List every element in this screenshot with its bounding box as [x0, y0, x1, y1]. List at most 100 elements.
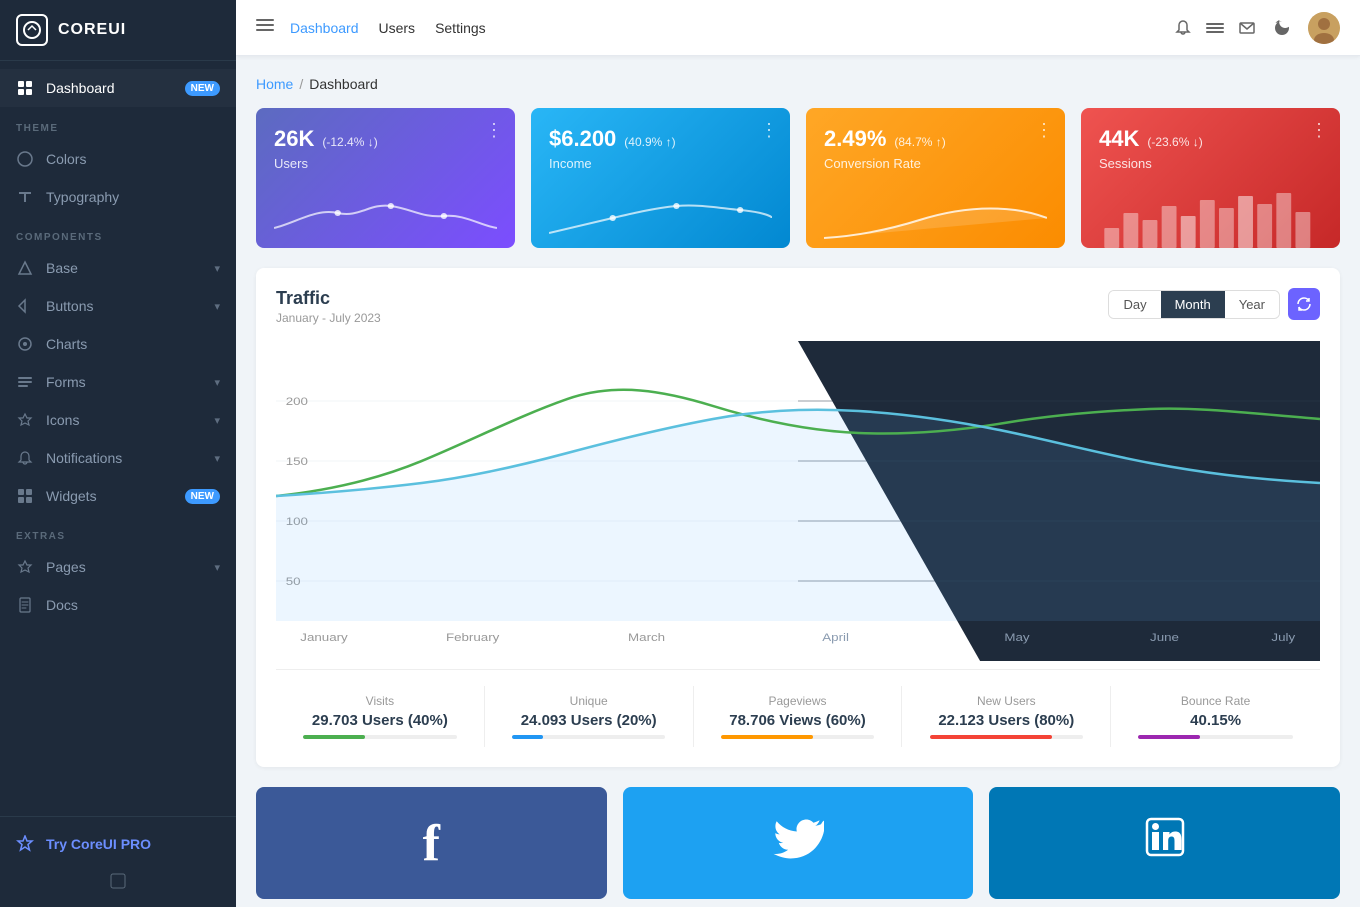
- top-header: Dashboard Users Settings: [236, 0, 1360, 56]
- stat-new-users: New Users 22.123 Users (80%): [902, 686, 1111, 747]
- pro-icon: [16, 835, 34, 853]
- visits-value: 29.703 Users (40%): [284, 712, 476, 729]
- widgets-icon: [16, 487, 34, 505]
- breadcrumb-home[interactable]: Home: [256, 76, 293, 92]
- bounce-rate-value: 40.15%: [1119, 712, 1312, 729]
- sidebar-navigation: Dashboard NEW THEME Colors Typography CO…: [0, 61, 236, 816]
- month-button[interactable]: Month: [1161, 291, 1225, 318]
- twitter-icon: [772, 811, 824, 875]
- sidebar-item-typography[interactable]: Typography: [0, 178, 236, 216]
- traffic-title-group: Traffic January - July 2023: [276, 288, 381, 325]
- day-button[interactable]: Day: [1109, 291, 1160, 318]
- docs-icon: [16, 596, 34, 614]
- widgets-badge: NEW: [185, 489, 220, 504]
- header-nav-settings[interactable]: Settings: [435, 20, 486, 36]
- sidebar-item-label-charts: Charts: [46, 336, 87, 352]
- new-users-value: 22.123 Users (80%): [910, 712, 1102, 729]
- sessions-card-menu[interactable]: ⋮: [1310, 120, 1328, 141]
- new-users-label: New Users: [910, 694, 1102, 708]
- svg-text:January: January: [300, 631, 348, 644]
- stat-card-income: ⋮ $6.200 (40.9% ↑) Income: [531, 108, 790, 248]
- base-icon: [16, 259, 34, 277]
- refresh-button[interactable]: [1288, 288, 1320, 320]
- dashboard-badge: NEW: [185, 81, 220, 96]
- users-label: Users: [274, 156, 497, 171]
- income-value: $6.200: [549, 126, 616, 152]
- conversion-card-menu[interactable]: ⋮: [1035, 120, 1053, 141]
- theme-section-label: THEME: [0, 107, 236, 140]
- bounce-rate-fill: [1138, 735, 1200, 739]
- header-nav-dashboard[interactable]: Dashboard: [290, 20, 359, 36]
- sidebar-item-label-pages: Pages: [46, 559, 86, 575]
- sidebar-item-label-widgets: Widgets: [46, 488, 97, 504]
- sidebar-item-buttons[interactable]: Buttons ▾: [0, 287, 236, 325]
- svg-text:150: 150: [286, 455, 308, 468]
- users-value: 26K: [274, 126, 314, 152]
- year-button[interactable]: Year: [1225, 291, 1279, 318]
- visits-progress: [303, 735, 456, 739]
- traffic-header: Traffic January - July 2023 Day Month Ye…: [276, 288, 1320, 325]
- sidebar-item-pages[interactable]: Pages ▾: [0, 548, 236, 586]
- buttons-arrow: ▾: [214, 300, 220, 313]
- sidebar: COREUI Dashboard NEW THEME Colors Typogr…: [0, 0, 236, 907]
- sidebar-logo[interactable]: COREUI: [0, 0, 236, 61]
- list-icon[interactable]: [1206, 19, 1224, 37]
- traffic-chart: 200 150 100 50 January February March Ap…: [276, 341, 1320, 661]
- sidebar-item-forms[interactable]: Forms ▾: [0, 363, 236, 401]
- pageviews-fill: [721, 735, 813, 739]
- bounce-rate-progress: [1138, 735, 1292, 739]
- typography-icon: [16, 188, 34, 206]
- bell-icon[interactable]: [1174, 19, 1192, 37]
- sidebar-item-charts[interactable]: Charts: [0, 325, 236, 363]
- sidebar-collapse-button[interactable]: [0, 863, 236, 899]
- income-change: (40.9% ↑): [624, 135, 675, 149]
- base-arrow: ▾: [214, 262, 220, 275]
- users-card-menu[interactable]: ⋮: [485, 120, 503, 141]
- sidebar-item-colors[interactable]: Colors: [0, 140, 236, 178]
- header-nav-users[interactable]: Users: [379, 20, 416, 36]
- new-users-fill: [930, 735, 1053, 739]
- sidebar-item-base[interactable]: Base ▾: [0, 249, 236, 287]
- income-card-menu[interactable]: ⋮: [760, 120, 778, 141]
- facebook-card[interactable]: f: [256, 787, 607, 899]
- sidebar-item-notifications[interactable]: Notifications ▾: [0, 439, 236, 477]
- unique-label: Unique: [493, 694, 685, 708]
- stat-visits: Visits 29.703 Users (40%): [276, 686, 485, 747]
- users-change: (-12.4% ↓): [322, 135, 377, 149]
- try-pro-link[interactable]: Try CoreUI PRO: [0, 825, 236, 863]
- linkedin-card[interactable]: [989, 787, 1340, 899]
- logo-icon: [16, 14, 48, 46]
- sidebar-item-widgets[interactable]: Widgets NEW: [0, 477, 236, 515]
- sidebar-item-label-base: Base: [46, 260, 78, 276]
- traffic-subtitle: January - July 2023: [276, 311, 381, 325]
- colors-icon: [16, 150, 34, 168]
- new-users-progress: [930, 735, 1083, 739]
- svg-text:April: April: [822, 631, 849, 644]
- facebook-icon: f: [423, 814, 440, 873]
- stat-unique: Unique 24.093 Users (20%): [485, 686, 694, 747]
- icons-icon: [16, 411, 34, 429]
- sidebar-item-dashboard[interactable]: Dashboard NEW: [0, 69, 236, 107]
- logo-text: COREUI: [58, 21, 126, 39]
- dark-mode-toggle[interactable]: [1270, 16, 1294, 40]
- sessions-bars: [1099, 181, 1322, 248]
- hamburger-button[interactable]: [256, 16, 274, 39]
- stat-card-sessions: ⋮ 44K (-23.6% ↓) Sessions: [1081, 108, 1340, 248]
- user-avatar[interactable]: [1308, 12, 1340, 44]
- pages-arrow: ▾: [214, 561, 220, 574]
- main-content: Dashboard Users Settings: [236, 0, 1360, 907]
- envelope-icon[interactable]: [1238, 19, 1256, 37]
- sidebar-item-label-forms: Forms: [46, 374, 86, 390]
- conversion-value: 2.49%: [824, 126, 886, 152]
- pageviews-label: Pageviews: [702, 694, 894, 708]
- buttons-icon: [16, 297, 34, 315]
- twitter-card[interactable]: [623, 787, 974, 899]
- sidebar-bottom: Try CoreUI PRO: [0, 816, 236, 907]
- pageviews-value: 78.706 Views (60%): [702, 712, 894, 729]
- sidebar-item-label-colors: Colors: [46, 151, 86, 167]
- sidebar-item-label-typography: Typography: [46, 189, 119, 205]
- svg-text:March: March: [628, 631, 665, 644]
- sidebar-item-icons[interactable]: Icons ▾: [0, 401, 236, 439]
- sidebar-item-docs[interactable]: Docs: [0, 586, 236, 624]
- charts-icon: [16, 335, 34, 353]
